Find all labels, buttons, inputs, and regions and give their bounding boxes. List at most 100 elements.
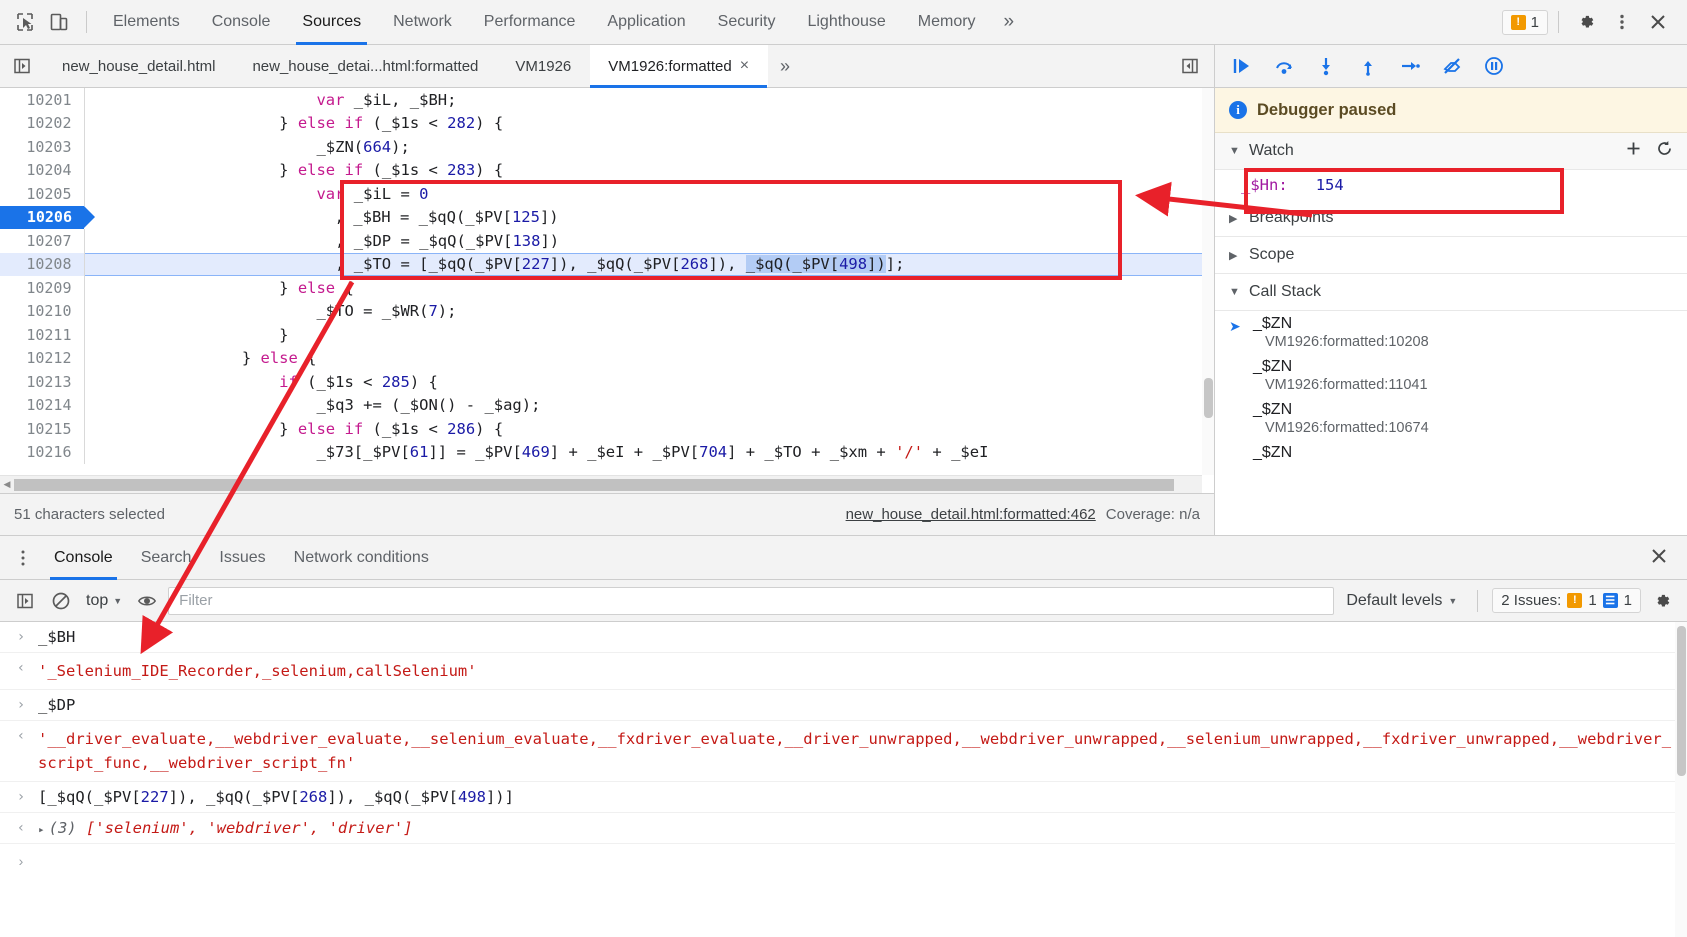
- console-input-row[interactable]: › _$BH: [0, 622, 1687, 653]
- deactivate-breakpoints-icon[interactable]: [1433, 49, 1471, 83]
- console-sidebar-icon[interactable]: [10, 586, 40, 616]
- console-vertical-scrollbar[interactable]: [1675, 622, 1687, 937]
- drawer-tab-search[interactable]: Search: [127, 536, 206, 580]
- code-row[interactable]: 10202 } else if (_$1s < 282) {: [0, 112, 1202, 136]
- show-debugger-icon[interactable]: [1180, 45, 1214, 87]
- code-row[interactable]: 10211 }: [0, 323, 1202, 347]
- code-text[interactable]: , _$BH = _$qQ(_$PV[125]): [84, 206, 1202, 230]
- source-mapping-link[interactable]: new_house_detail.html:formatted:462: [846, 506, 1096, 523]
- code-editor[interactable]: 10201 var _$iL, _$BH; 10202 } else if (_…: [0, 88, 1214, 493]
- console-output-row[interactable]: ‹ '__driver_evaluate,__webdriver_evaluat…: [0, 721, 1687, 782]
- code-text[interactable]: } else {: [84, 276, 1202, 300]
- clear-console-icon[interactable]: [46, 586, 76, 616]
- code-text[interactable]: var _$iL, _$BH;: [84, 88, 1202, 112]
- panel-tab-network[interactable]: Network: [377, 0, 468, 45]
- gear-icon[interactable]: [1569, 5, 1603, 39]
- console-output-row[interactable]: ‹ ▸(3) ['selenium', 'webdriver', 'driver…: [0, 813, 1687, 844]
- panel-tab-security[interactable]: Security: [702, 0, 792, 45]
- code-text[interactable]: } else if (_$1s < 282) {: [84, 112, 1202, 136]
- watch-section-header[interactable]: ▼ Watch: [1215, 133, 1687, 170]
- scrollbar-thumb[interactable]: [1677, 626, 1686, 776]
- close-icon[interactable]: ×: [740, 58, 749, 74]
- console-output-object[interactable]: ▸(3) ['selenium', 'webdriver', 'driver']: [38, 819, 413, 837]
- filter-input[interactable]: Filter: [168, 587, 1334, 615]
- file-tab-new-house-detail[interactable]: new_house_detail.html: [44, 45, 234, 87]
- step-into-icon[interactable]: [1307, 49, 1345, 83]
- code-row[interactable]: 10214 _$q3 += (_$ON() - _$ag);: [0, 394, 1202, 418]
- code-text[interactable]: } else {: [84, 347, 1202, 371]
- scrollbar-thumb[interactable]: [14, 479, 1174, 491]
- call-stack-frame[interactable]: ➤ _$ZN VM1926:formatted:10208: [1215, 311, 1687, 354]
- console-prompt-row[interactable]: ›: [0, 844, 1687, 877]
- scroll-left-icon[interactable]: ◀: [0, 479, 14, 490]
- expand-triangle-icon[interactable]: ▸: [38, 823, 45, 836]
- more-panels-icon[interactable]: »: [992, 0, 1027, 45]
- panel-tab-elements[interactable]: Elements: [97, 0, 196, 45]
- scope-section-header[interactable]: ▶ Scope: [1215, 237, 1687, 274]
- code-row[interactable]: 10215 } else if (_$1s < 286) {: [0, 417, 1202, 441]
- panel-tab-sources[interactable]: Sources: [286, 0, 377, 45]
- code-text[interactable]: _$q3 += (_$ON() - _$ag);: [84, 394, 1202, 418]
- step-over-icon[interactable]: [1265, 49, 1303, 83]
- code-text[interactable]: } else if (_$1s < 283) {: [84, 159, 1202, 183]
- console-issues-chip[interactable]: 2 Issues: ! 1 ☰ 1: [1492, 588, 1641, 613]
- step-out-icon[interactable]: [1349, 49, 1387, 83]
- drawer-tab-console[interactable]: Console: [40, 536, 127, 580]
- code-row[interactable]: 10207 , _$DP = _$qQ(_$PV[138]): [0, 229, 1202, 253]
- kebab-menu-icon[interactable]: [6, 549, 40, 567]
- resume-script-icon[interactable]: [1223, 49, 1261, 83]
- code-row[interactable]: 10204 } else if (_$1s < 283) {: [0, 159, 1202, 183]
- panel-tab-console[interactable]: Console: [196, 0, 287, 45]
- code-text[interactable]: _$TO = _$WR(7);: [84, 300, 1202, 324]
- live-expression-icon[interactable]: [132, 586, 162, 616]
- device-toolbar-icon[interactable]: [42, 5, 76, 39]
- code-text[interactable]: _$ZN(664);: [84, 135, 1202, 159]
- panel-tab-application[interactable]: Application: [591, 0, 701, 45]
- code-row[interactable]: 10210 _$TO = _$WR(7);: [0, 300, 1202, 324]
- console-output-row[interactable]: ‹ '_Selenium_IDE_Recorder,_selenium,call…: [0, 653, 1687, 690]
- execution-context-selector[interactable]: top ▼: [82, 592, 126, 610]
- call-stack-frame[interactable]: _$ZN VM1926:formatted:11041: [1215, 354, 1687, 397]
- editor-horizontal-scrollbar[interactable]: ◀: [0, 475, 1202, 493]
- call-stack-frame[interactable]: _$ZN VM1926:formatted:10674: [1215, 397, 1687, 440]
- code-row[interactable]: 10205 var _$iL = 0: [0, 182, 1202, 206]
- code-text[interactable]: if (_$1s < 285) {: [84, 370, 1202, 394]
- kebab-menu-icon[interactable]: [1605, 5, 1639, 39]
- log-levels-selector[interactable]: Default levels ▼: [1340, 592, 1463, 610]
- close-icon[interactable]: [1641, 5, 1675, 39]
- file-tab-vm1926[interactable]: VM1926: [497, 45, 590, 87]
- panel-tab-performance[interactable]: Performance: [468, 0, 592, 45]
- drawer-tab-network-conditions[interactable]: Network conditions: [280, 536, 443, 580]
- breakpoints-section-header[interactable]: ▶ Breakpoints: [1215, 200, 1687, 237]
- scrollbar-thumb[interactable]: [1204, 378, 1213, 418]
- watch-expression-row[interactable]: _$Hn: 154: [1215, 170, 1687, 200]
- file-tab-new-house-detail-formatted[interactable]: new_house_detai...html:formatted: [234, 45, 497, 87]
- code-row[interactable]: 10201 var _$iL, _$BH;: [0, 88, 1202, 112]
- code-text[interactable]: } else if (_$1s < 286) {: [84, 417, 1202, 441]
- show-navigator-icon[interactable]: [0, 45, 44, 87]
- panel-tab-lighthouse[interactable]: Lighthouse: [791, 0, 901, 45]
- code-row[interactable]: 10212 } else {: [0, 347, 1202, 371]
- call-stack-frame[interactable]: _$ZN: [1215, 440, 1687, 466]
- refresh-icon[interactable]: [1656, 140, 1673, 162]
- more-tabs-icon[interactable]: »: [768, 45, 802, 87]
- code-row[interactable]: 10213 if (_$1s < 285) {: [0, 370, 1202, 394]
- console-message-list[interactable]: › _$BH ‹ '_Selenium_IDE_Recorder,_seleni…: [0, 622, 1687, 937]
- step-icon[interactable]: [1391, 49, 1429, 83]
- close-icon[interactable]: [1649, 546, 1687, 569]
- editor-vertical-scrollbar[interactable]: [1202, 88, 1214, 475]
- file-tab-vm1926-formatted[interactable]: VM1926:formatted ×: [590, 45, 768, 87]
- console-input-row[interactable]: › [_$qQ(_$PV[227]), _$qQ(_$PV[268]), _$q…: [0, 782, 1687, 813]
- panel-tab-memory[interactable]: Memory: [902, 0, 992, 45]
- plus-icon[interactable]: [1625, 140, 1642, 162]
- code-text[interactable]: var _$iL = 0: [84, 182, 1202, 206]
- code-row[interactable]: 10209 } else {: [0, 276, 1202, 300]
- code-text[interactable]: _$73[_$PV[61]] = _$PV[469] + _$eI + _$PV…: [84, 441, 1202, 465]
- code-text[interactable]: , _$DP = _$qQ(_$PV[138]): [84, 229, 1202, 253]
- code-row[interactable]: 10203 _$ZN(664);: [0, 135, 1202, 159]
- drawer-tab-issues[interactable]: Issues: [205, 536, 279, 580]
- code-row-executing[interactable]: 10208 , _$TO = [_$qQ(_$PV[227]), _$qQ(_$…: [0, 253, 1202, 277]
- code-row[interactable]: 10216 _$73[_$PV[61]] = _$PV[469] + _$eI …: [0, 441, 1202, 465]
- issues-status-chip[interactable]: ! 1: [1502, 10, 1548, 35]
- code-row-current[interactable]: 10206 , _$BH = _$qQ(_$PV[125]): [0, 206, 1202, 230]
